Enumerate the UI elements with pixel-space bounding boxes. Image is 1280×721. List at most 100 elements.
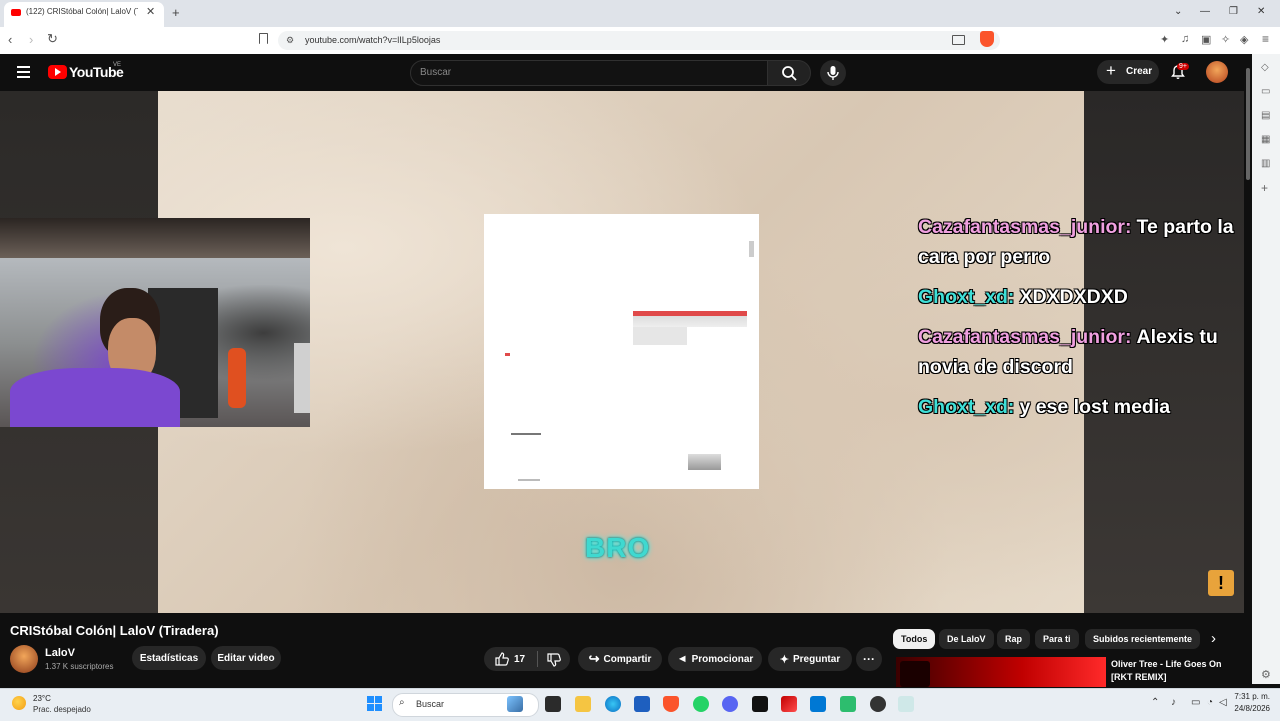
user-avatar[interactable] <box>1206 61 1228 83</box>
like-divider <box>537 651 538 667</box>
extensions-icon[interactable]: ✦ <box>1160 33 1169 46</box>
clock-date[interactable]: 24/8/2026 <box>1222 704 1270 713</box>
file-explorer-icon[interactable] <box>575 696 591 712</box>
tiktok-icon[interactable] <box>752 696 768 712</box>
weather-temperature[interactable]: 23°C <box>33 694 51 703</box>
notification-badge: 9+ <box>1177 63 1189 70</box>
chip-de-lalov[interactable]: De LaloV <box>939 629 994 649</box>
channel-name[interactable]: LaloV <box>45 647 75 659</box>
new-tab-icon[interactable]: + <box>172 5 180 20</box>
plus-icon: + <box>1106 61 1116 80</box>
url-text[interactable]: youtube.com/watch?v=lILp5loojas <box>305 35 440 45</box>
search-button[interactable] <box>767 60 811 86</box>
music-icon[interactable]: ♫ <box>1181 33 1189 45</box>
chip-rap[interactable]: Rap <box>997 629 1031 649</box>
youtube-logo-icon[interactable] <box>48 65 67 79</box>
sidebar-bookmarks-icon[interactable]: ▦ <box>1261 134 1270 145</box>
more-actions-icon[interactable]: ··· <box>856 647 882 671</box>
reload-icon[interactable]: ↻ <box>47 31 58 47</box>
brave-shield-icon[interactable] <box>980 31 994 47</box>
recommendation-thumbnail[interactable] <box>896 657 1106 687</box>
video-white-card <box>484 214 759 489</box>
dislike-button[interactable] <box>547 653 561 667</box>
alert-icon[interactable]: ! <box>1208 570 1234 596</box>
whatsapp-icon[interactable] <box>693 696 709 712</box>
taskbar-search-icon: ⌕ <box>399 697 405 708</box>
chip-todos[interactable]: Todos <box>893 629 936 649</box>
clock-time[interactable]: 7:31 p. m. <box>1230 692 1270 701</box>
page-scrollbar-thumb[interactable] <box>1246 68 1250 180</box>
share-icon: ↪ <box>588 651 600 666</box>
hamburger-menu-icon[interactable] <box>17 66 30 78</box>
menu-icon[interactable]: ≡ <box>1262 32 1269 46</box>
card-glitch-mark <box>749 241 754 257</box>
windows-start-icon[interactable] <box>367 696 383 712</box>
search-icon <box>782 66 797 81</box>
tray-mic-icon[interactable]: ♪ <box>1171 697 1176 708</box>
card-gray-block <box>688 454 721 470</box>
card-red-dot <box>505 353 510 356</box>
ask-button[interactable]: ✦ Preguntar <box>768 647 852 671</box>
promote-button[interactable]: ◄ Promocionar <box>668 647 762 671</box>
back-icon[interactable]: ‹ <box>8 32 12 47</box>
edge-icon[interactable] <box>605 696 621 712</box>
tray-display-icon[interactable]: ▭ <box>1191 697 1200 708</box>
brave-taskbar-icon[interactable] <box>663 696 679 712</box>
voice-search-button[interactable] <box>820 60 846 86</box>
app-dark-icon[interactable] <box>870 696 886 712</box>
app-green-icon[interactable] <box>840 696 856 712</box>
task-view-icon[interactable] <box>545 696 561 712</box>
chat-overlay: Cazafantasmas_junior: Te parto la cara po… <box>918 212 1268 432</box>
chat-message: Ghoxt_xd: y ese lost media <box>918 392 1268 422</box>
ai-icon[interactable]: ✧ <box>1221 33 1230 46</box>
app-blue-icon[interactable] <box>810 696 826 712</box>
chat-username: Ghoxt_xd: <box>918 286 1015 308</box>
promote-label: Promocionar <box>691 653 754 665</box>
megaphone-icon: ◄ <box>676 653 688 665</box>
browser-side-panel <box>1252 54 1280 684</box>
chip-para-ti[interactable]: Para ti <box>1035 629 1079 649</box>
minimize-icon[interactable]: — <box>1200 6 1210 17</box>
tray-network-icon[interactable]: ◔ <box>1207 697 1213 708</box>
weather-icon[interactable] <box>12 696 26 710</box>
cast-icon[interactable] <box>952 35 965 45</box>
chip-subidos-recientemente[interactable]: Subidos recientemente <box>1085 629 1201 649</box>
sidebar-reading-icon[interactable]: ▭ <box>1261 86 1270 97</box>
store-icon[interactable] <box>634 696 650 712</box>
sidebar-settings-icon[interactable]: ⚙ <box>1261 668 1271 681</box>
search-input[interactable] <box>420 65 750 79</box>
app-red-icon[interactable] <box>781 696 797 712</box>
like-button[interactable] <box>495 652 509 666</box>
stats-button[interactable]: Estadísticas <box>132 646 206 670</box>
edit-video-button[interactable]: Editar video <box>211 646 281 670</box>
vpn-icon[interactable]: ◈ <box>1240 33 1248 46</box>
sidebar-add-icon[interactable]: + <box>1261 181 1268 195</box>
chat-message: Cazafantasmas_junior: Te parto la cara po… <box>918 212 1268 272</box>
webcam-figure <box>228 348 246 408</box>
site-info-icon[interactable]: ⚙ <box>286 35 294 46</box>
sidebar-ai-icon[interactable]: ◇ <box>1261 62 1269 73</box>
discord-icon[interactable] <box>722 696 738 712</box>
chat-username: Cazafantasmas_junior: <box>918 216 1132 238</box>
tray-overflow-icon[interactable]: ⌃ <box>1151 697 1159 708</box>
chips-next-icon[interactable]: › <box>1211 630 1216 647</box>
card-line-2 <box>518 479 540 481</box>
recommendation-title[interactable]: Oliver Tree - Life Goes On [RKT REMIX] <box>1111 658 1241 684</box>
tab-close-icon[interactable]: ✕ <box>146 5 155 18</box>
chat-username: Ghoxt_xd: <box>918 396 1015 418</box>
bookmark-icon[interactable] <box>259 33 268 44</box>
sidebar-history-icon[interactable]: ▥ <box>1261 158 1270 169</box>
share-button[interactable]: ↪ Compartir <box>578 647 662 671</box>
channel-avatar[interactable] <box>10 645 38 673</box>
tab-search-icon[interactable]: ⌄ <box>1174 6 1182 17</box>
app-teal-icon[interactable] <box>898 696 914 712</box>
close-window-icon[interactable]: ✕ <box>1257 6 1265 17</box>
maximize-icon[interactable]: ❐ <box>1229 6 1238 17</box>
chat-message: Cazafantasmas_junior: Alexis tu novia de … <box>918 322 1268 382</box>
wallet-icon[interactable]: ▣ <box>1201 33 1211 46</box>
sidebar-wallet-icon[interactable]: ▤ <box>1261 110 1270 121</box>
forward-icon[interactable]: › <box>29 32 33 47</box>
search-highlight-icon[interactable] <box>507 696 523 712</box>
microphone-icon <box>827 66 839 80</box>
weather-description[interactable]: Prac. despejado <box>33 705 91 714</box>
